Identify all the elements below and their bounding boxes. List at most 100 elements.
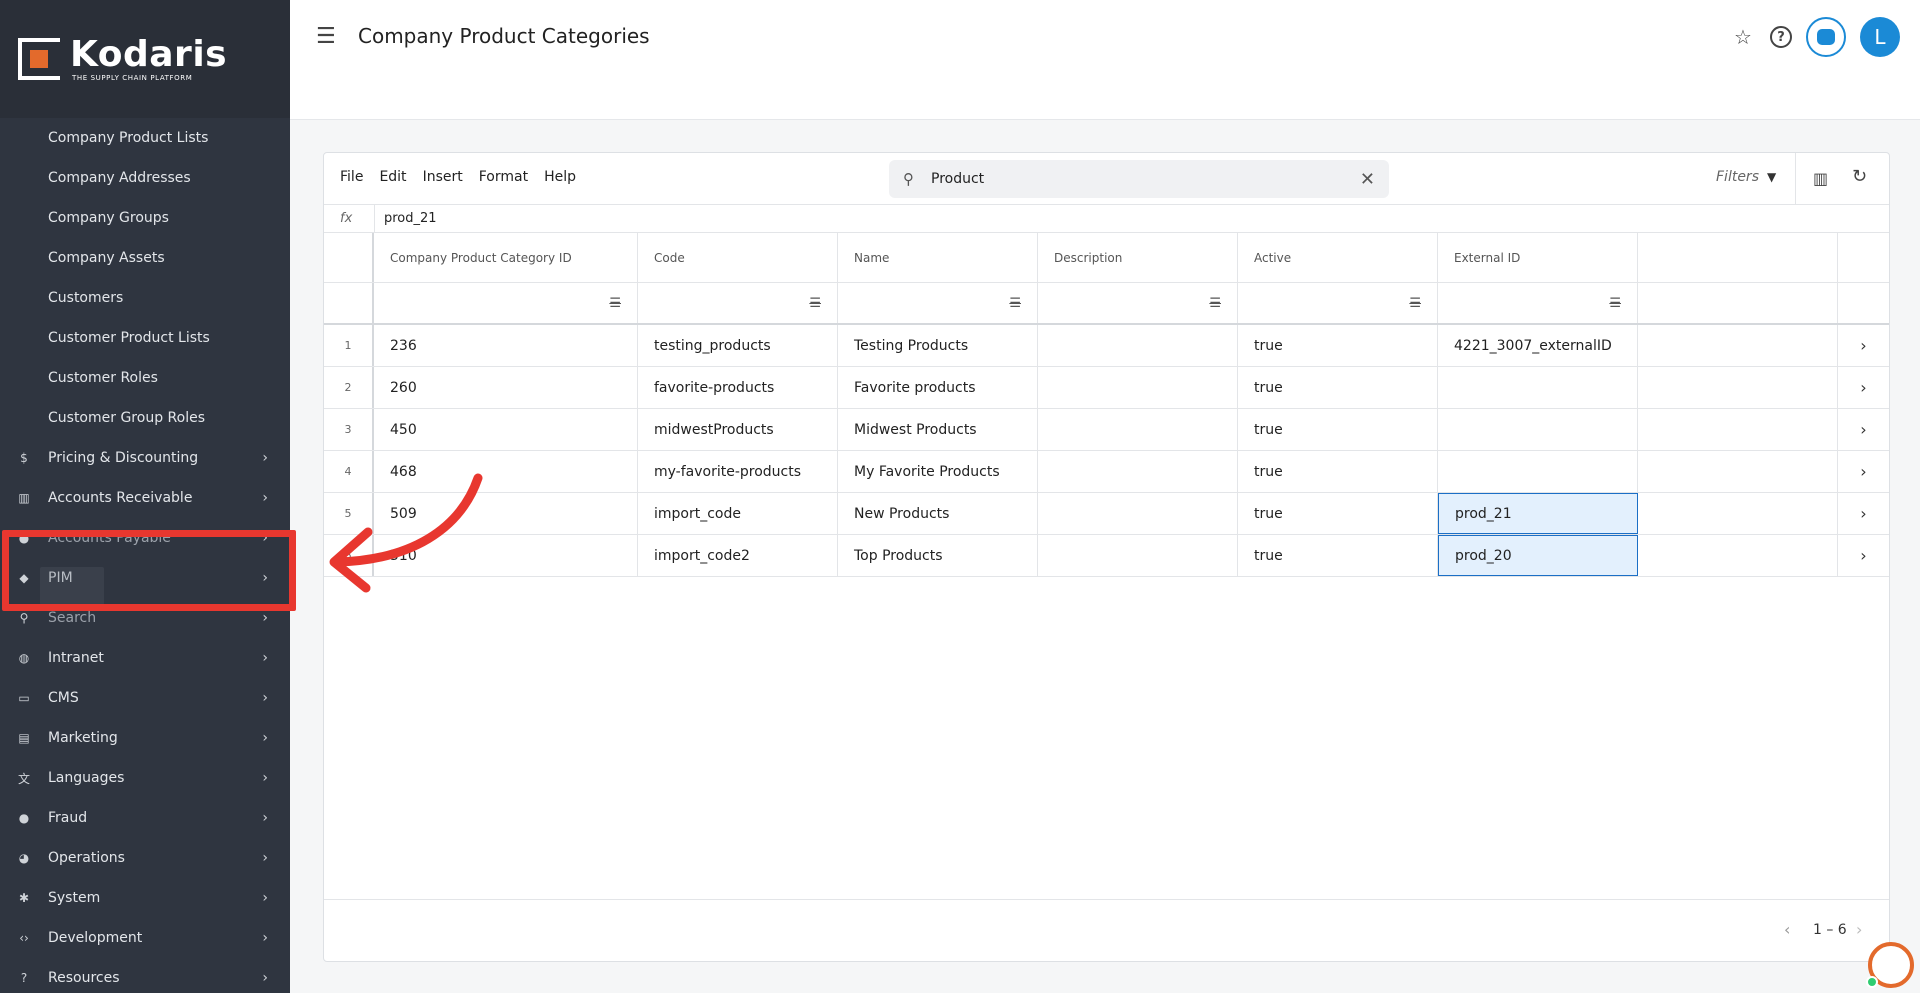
brand-logo[interactable]: Kodaris THE SUPPLY CHAIN PLATFORM [0, 0, 290, 118]
table-row[interactable]: 4 468 my-favorite-products My Favorite P… [324, 451, 1889, 493]
cell-description[interactable] [1038, 325, 1238, 366]
sidebar-item-intranet[interactable]: ◍ Intranet › [0, 638, 290, 678]
chat-widget-icon[interactable] [1866, 942, 1914, 988]
filters-dropdown[interactable]: Filters ▼ [1716, 169, 1776, 185]
sidebar-item-company-assets[interactable]: Company Assets [0, 238, 290, 278]
chevron-right-icon[interactable]: › [1838, 493, 1889, 534]
filter-cell-active[interactable]: ☰ [1238, 283, 1438, 323]
star-icon[interactable]: ☆ [1730, 24, 1756, 50]
avatar[interactable]: L [1860, 17, 1900, 57]
cell-name[interactable]: Top Products [838, 535, 1038, 576]
cell-name[interactable]: Favorite products [838, 367, 1038, 408]
help-icon[interactable]: ? [1770, 26, 1792, 48]
prev-page-icon[interactable]: ‹ [1784, 920, 1790, 939]
formula-input[interactable]: prod_21 [384, 211, 437, 226]
cell-description[interactable] [1038, 367, 1238, 408]
filter-cell-code[interactable]: ☰ [638, 283, 838, 323]
cell-code[interactable]: import_code2 [638, 535, 838, 576]
cell-name[interactable]: My Favorite Products [838, 451, 1038, 492]
assistant-bot-icon[interactable] [1806, 17, 1846, 57]
cell-active[interactable]: true [1238, 493, 1438, 534]
cell-external-id[interactable] [1438, 451, 1638, 492]
filter-cell-description[interactable]: ☰ [1038, 283, 1238, 323]
sidebar-item-customers[interactable]: Customers [0, 278, 290, 318]
filter-off-icon[interactable]: ☰ [1209, 296, 1221, 311]
sidebar-item-resources[interactable]: ? Resources › [0, 958, 290, 993]
cell-id[interactable]: 510 [374, 535, 638, 576]
column-header-external-id[interactable]: External ID [1438, 233, 1638, 282]
cell-external-id[interactable] [1438, 409, 1638, 450]
filter-off-icon[interactable]: ☰ [609, 296, 621, 311]
filter-off-icon[interactable]: ☰ [1009, 296, 1021, 311]
sidebar-item-pricing[interactable]: $ Pricing & Discounting › [0, 438, 290, 478]
next-page-icon[interactable]: › [1856, 920, 1862, 939]
filter-cell-name[interactable]: ☰ [838, 283, 1038, 323]
search-input[interactable]: ⚲ Product ✕ [889, 160, 1389, 198]
sidebar-item-system[interactable]: ✱ System › [0, 878, 290, 918]
cell-code[interactable]: midwestProducts [638, 409, 838, 450]
sidebar-item-fraud[interactable]: ● Fraud › [0, 798, 290, 838]
table-row[interactable]: 3 450 midwestProducts Midwest Products t… [324, 409, 1889, 451]
cell-external-id-selected[interactable]: prod_20 [1438, 535, 1638, 576]
filter-off-icon[interactable]: ☰ [1609, 296, 1621, 311]
cell-id[interactable]: 260 [374, 367, 638, 408]
menu-insert[interactable]: Insert [423, 169, 463, 185]
chevron-right-icon[interactable]: › [1838, 367, 1889, 408]
columns-icon[interactable]: ▥ [1813, 169, 1828, 188]
cell-name[interactable]: Midwest Products [838, 409, 1038, 450]
sidebar-item-accounts-payable[interactable]: ● Accounts Payable › [0, 518, 290, 558]
search-value[interactable]: Product [931, 171, 1360, 187]
chevron-right-icon[interactable]: › [1838, 325, 1889, 366]
filter-cell-id[interactable]: ☰ [374, 283, 638, 323]
column-header-description[interactable]: Description [1038, 233, 1238, 282]
cell-code[interactable]: favorite-products [638, 367, 838, 408]
sidebar-item-customer-roles[interactable]: Customer Roles [0, 358, 290, 398]
sidebar-item-company-addresses[interactable]: Company Addresses [0, 158, 290, 198]
cell-name[interactable]: New Products [838, 493, 1038, 534]
cell-external-id[interactable]: 4221_3007_externalID [1438, 325, 1638, 366]
cell-code[interactable]: my-favorite-products [638, 451, 838, 492]
cell-active[interactable]: true [1238, 535, 1438, 576]
column-header-code[interactable]: Code [638, 233, 838, 282]
cell-description[interactable] [1038, 451, 1238, 492]
cell-code[interactable]: import_code [638, 493, 838, 534]
sidebar-item-customer-group-roles[interactable]: Customer Group Roles [0, 398, 290, 438]
cell-description[interactable] [1038, 535, 1238, 576]
cell-external-id-selected[interactable]: prod_21 [1438, 493, 1638, 534]
sidebar-item-operations[interactable]: ◕ Operations › [0, 838, 290, 878]
cell-id[interactable]: 450 [374, 409, 638, 450]
cell-active[interactable]: true [1238, 325, 1438, 366]
sidebar-item-cms[interactable]: ▭ CMS › [0, 678, 290, 718]
cell-active[interactable]: true [1238, 451, 1438, 492]
cell-id[interactable]: 468 [374, 451, 638, 492]
cell-id[interactable]: 509 [374, 493, 638, 534]
cell-code[interactable]: testing_products [638, 325, 838, 366]
menu-edit[interactable]: Edit [379, 169, 406, 185]
table-row[interactable]: 1 236 testing_products Testing Products … [324, 325, 1889, 367]
table-row[interactable]: 2 260 favorite-products Favorite product… [324, 367, 1889, 409]
sidebar-item-marketing[interactable]: ▤ Marketing › [0, 718, 290, 758]
cell-active[interactable]: true [1238, 367, 1438, 408]
cell-external-id[interactable] [1438, 367, 1638, 408]
column-header-id[interactable]: Company Product Category ID [374, 233, 638, 282]
menu-format[interactable]: Format [479, 169, 528, 185]
menu-help[interactable]: Help [544, 169, 576, 185]
table-row[interactable]: 6 510 import_code2 Top Products true pro… [324, 535, 1889, 577]
chevron-right-icon[interactable]: › [1838, 535, 1889, 576]
refresh-icon[interactable]: ↻ [1852, 166, 1867, 187]
close-icon[interactable]: ✕ [1360, 169, 1375, 190]
sidebar-item-accounts-receivable[interactable]: ▥ Accounts Receivable › [0, 478, 290, 518]
sidebar-item-development[interactable]: ‹› Development › [0, 918, 290, 958]
table-row[interactable]: 5 509 import_code New Products true prod… [324, 493, 1889, 535]
cell-description[interactable] [1038, 493, 1238, 534]
sidebar-item-search[interactable]: ⚲ Search › [0, 598, 290, 638]
filter-cell-external-id[interactable]: ☰ [1438, 283, 1638, 323]
cell-description[interactable] [1038, 409, 1238, 450]
sidebar-item-languages[interactable]: 文 Languages › [0, 758, 290, 798]
sidebar-item-company-groups[interactable]: Company Groups [0, 198, 290, 238]
sidebar-item-customer-product-lists[interactable]: Customer Product Lists [0, 318, 290, 358]
sidebar-item-company-product-lists[interactable]: Company Product Lists [0, 118, 290, 158]
column-header-name[interactable]: Name [838, 233, 1038, 282]
menu-file[interactable]: File [340, 169, 363, 185]
filter-off-icon[interactable]: ☰ [809, 296, 821, 311]
